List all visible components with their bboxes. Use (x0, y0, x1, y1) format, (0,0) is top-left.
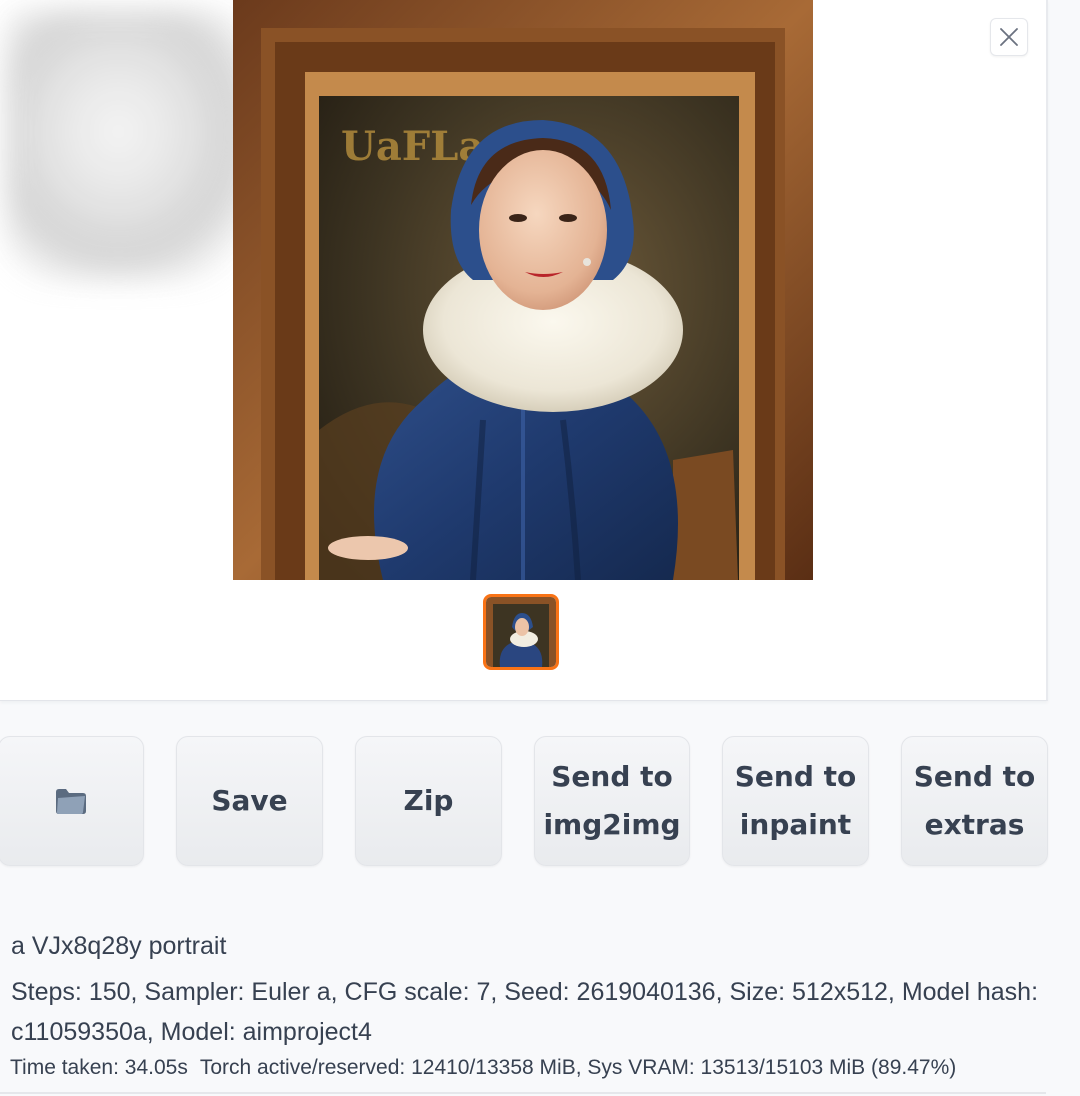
send-to-inpaint-button[interactable]: Send to inpaint (722, 736, 869, 866)
output-gallery: UaFLawi (0, 0, 1048, 701)
main-output-image[interactable]: UaFLawi (233, 0, 813, 581)
open-folder-button[interactable] (0, 736, 144, 866)
send-to-img2img-button[interactable]: Send to img2img (534, 736, 690, 866)
divider (0, 1092, 1046, 1094)
zip-button[interactable]: Zip (355, 736, 502, 866)
time-taken: Time taken: 34.05s (10, 1056, 188, 1079)
send-img2img-label-line1: Send to (551, 760, 673, 793)
app-root: UaFLawi Save Zip Send to img2img Send to… (0, 0, 1080, 1096)
send-extras-label-line1: Send to (913, 760, 1036, 793)
send-img2img-label-line2: img2img (543, 808, 681, 841)
close-button[interactable] (990, 18, 1028, 56)
send-inpaint-label-line2: inpaint (739, 808, 852, 841)
gallery-thumbnail-selected[interactable] (483, 594, 559, 670)
close-icon (1000, 28, 1018, 46)
thumbnail-image (486, 597, 556, 667)
zip-button-label: Zip (403, 784, 454, 817)
save-button-label: Save (211, 784, 288, 817)
performance-info: Time taken: 34.05s Torch active/reserved:… (10, 1056, 956, 1080)
send-to-extras-button[interactable]: Send to extras (901, 736, 1048, 866)
memory-usage: Torch active/reserved: 12410/13358 MiB, … (199, 1056, 957, 1079)
folder-icon (56, 789, 86, 814)
blurred-preview-image (6, 10, 256, 280)
send-extras-label-line2: extras (924, 808, 1025, 841)
generation-prompt: a VJx8q28y portrait (11, 932, 227, 960)
save-button[interactable]: Save (176, 736, 323, 866)
generation-parameters: Steps: 150, Sampler: Euler a, CFG scale:… (11, 978, 1039, 1046)
portrait-painting: UaFLawi (233, 0, 813, 581)
send-inpaint-label-line1: Send to (734, 760, 857, 793)
